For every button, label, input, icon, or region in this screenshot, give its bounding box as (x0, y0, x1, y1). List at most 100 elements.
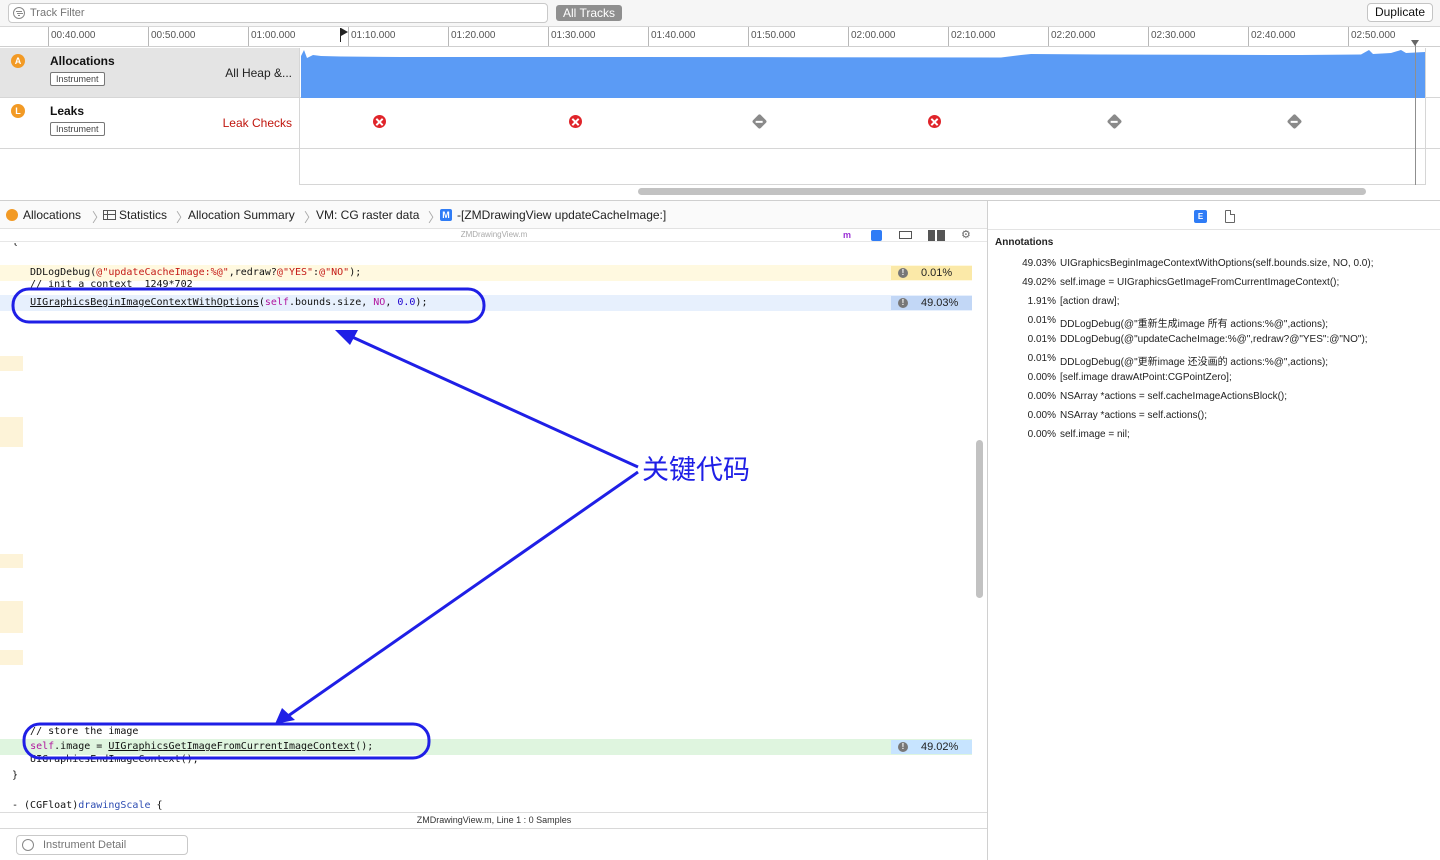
track-right-edge (1425, 48, 1426, 185)
leak-check-clear-icon[interactable] (1286, 113, 1303, 130)
annotation-code: self.image = UIGraphicsGetImageFromCurre… (1060, 277, 1340, 288)
gutter-marker (0, 417, 23, 447)
leak-check-clear-icon[interactable] (751, 113, 768, 130)
xcode-icon[interactable] (871, 230, 882, 241)
annotation-row[interactable]: 0.01% DDLogDebug(@"updateCacheImage:%@",r… (988, 334, 1440, 353)
annotation-percentage: 0.01% (1027, 334, 1056, 345)
extended-detail-icon[interactable]: E (1194, 210, 1207, 223)
annotation-percentage: 0.01% (1027, 315, 1056, 326)
track-empty (0, 149, 1440, 185)
annotation-row[interactable]: 0.01% DDLogDebug(@"重新生成image 所有 actions:%… (988, 315, 1440, 334)
horizontal-scrollbar[interactable] (638, 188, 1366, 195)
track-name: Leaks (50, 104, 85, 118)
instrument-detail-field[interactable] (16, 835, 188, 855)
track-leaks[interactable]: L Leaks Instrument Leak Checks (0, 98, 1440, 149)
annotation-code: UIGraphicsBeginImageContextWithOptions(s… (1060, 258, 1374, 269)
warning-icon: ! (898, 298, 908, 308)
duplicate-button[interactable]: Duplicate (1366, 3, 1433, 22)
track-name: Allocations (50, 54, 115, 68)
ruler-tick: 02:50.000 (1348, 27, 1396, 46)
warning-icon: ! (898, 742, 908, 752)
ruler-tick: 01:00.000 (248, 27, 296, 46)
code-line: { (0, 243, 972, 250)
annotation-row[interactable]: 0.01% DDLogDebug(@"更新image 还没画的 actions:%… (988, 353, 1440, 372)
ruler-tick: 02:30.000 (1148, 27, 1196, 46)
playhead-handle[interactable] (1411, 40, 1419, 46)
annotation-row[interactable]: 0.00% [self.image drawAtPoint:CGPointZero… (988, 372, 1440, 391)
code-line-get-image[interactable]: self.image = UIGraphicsGetImageFromCurre… (0, 739, 972, 755)
warning-icon: ! (898, 268, 908, 278)
code-line-begin-context[interactable]: UIGraphicsBeginImageContextWithOptions(s… (0, 295, 972, 311)
track-filter-field[interactable] (8, 3, 548, 23)
gutter-marker (0, 554, 23, 568)
track-label-allocations[interactable]: A Allocations Instrument All Heap &... (0, 48, 300, 97)
allocations-graph[interactable] (301, 48, 1425, 98)
annotation-row[interactable]: 49.03% UIGraphicsBeginImageContextWithOpt… (988, 258, 1440, 277)
file-icon[interactable] (1225, 210, 1235, 223)
annotation-percentage: 49.03% (1022, 258, 1056, 269)
all-tracks-button[interactable]: All Tracks (556, 5, 623, 21)
instrument-detail-input[interactable] (43, 837, 183, 853)
ruler-tick: 02:10.000 (948, 27, 996, 46)
track-detail-selector[interactable]: Leak Checks (223, 116, 292, 130)
ruler-tick: 02:00.000 (848, 27, 896, 46)
playhead-line[interactable] (1415, 40, 1416, 185)
annotation-percentage: 0.01% (1027, 353, 1056, 364)
annotation-code: DDLogDebug(@"更新image 还没画的 actions:%@",ac… (1060, 357, 1329, 368)
breadcrumb-item-allocations[interactable]: Allocations (23, 208, 81, 222)
module-icon[interactable]: m (843, 230, 856, 241)
leak-detected-icon[interactable] (928, 115, 941, 128)
annotation-code: NSArray *actions = self.actions(); (1060, 410, 1207, 421)
leak-check-clear-icon[interactable] (1106, 113, 1123, 130)
track-label-empty (0, 149, 300, 185)
track-detail-selector[interactable]: All Heap &... (225, 66, 292, 80)
source-code-view[interactable]: { DDLogDebug(@"updateCacheImage:%@",redr… (0, 243, 972, 812)
ruler-tick: 01:10.000 (348, 27, 396, 46)
inspector-divider (988, 229, 1440, 230)
annotation-percentage: 1.91% (1027, 296, 1056, 307)
track-label-leaks[interactable]: L Leaks Instrument Leak Checks (0, 98, 300, 148)
annotation-row[interactable]: 0.00% NSArray *actions = self.actions(); (988, 410, 1440, 429)
ruler-tick: 01:30.000 (548, 27, 596, 46)
track-allocations[interactable]: A Allocations Instrument All Heap &... (0, 48, 1440, 98)
gear-icon[interactable]: ⚙ (961, 230, 974, 241)
leak-detected-icon[interactable] (373, 115, 386, 128)
ruler-tick: 01:20.000 (448, 27, 496, 46)
vertical-scrollbar[interactable] (976, 440, 983, 598)
annotation-percentage: 0.00% (1027, 391, 1056, 402)
annotation-row[interactable]: 49.02% self.image = UIGraphicsGetImageFro… (988, 277, 1440, 296)
breadcrumb-item-statistics[interactable]: Statistics (119, 208, 167, 222)
flag-icon[interactable] (340, 28, 350, 42)
code-line-log[interactable]: DDLogDebug(@"updateCacheImage:%@",redraw… (0, 265, 972, 281)
method-icon: M (440, 209, 452, 221)
ruler-tick: 01:40.000 (648, 27, 696, 46)
source-filename: ZMDrawingView.m (460, 230, 528, 239)
breadcrumb-item-vm-cg-raster[interactable]: VM: CG raster data (316, 208, 419, 222)
track-filter-input[interactable] (30, 5, 530, 21)
annotation-percentage: 0.00% (1027, 429, 1056, 440)
leak-detected-icon[interactable] (569, 115, 582, 128)
view-mode-icon[interactable] (899, 231, 912, 239)
allocations-icon (6, 209, 18, 221)
ruler-tick: 00:50.000 (148, 27, 196, 46)
split-view-icon[interactable] (928, 230, 945, 241)
allocations-instrument-icon: A (11, 54, 25, 68)
timeline-ruler[interactable]: 00:40.000 00:50.000 01:00.000 01:10.000 … (0, 27, 1440, 47)
code-line: } (12, 770, 19, 781)
breadcrumb-item-allocation-summary[interactable]: Allocation Summary (188, 208, 295, 222)
annotation-row[interactable]: 1.91% [action draw]; (988, 296, 1440, 315)
breadcrumb: Allocations 〉 Statistics 〉 Allocation Su… (0, 200, 988, 229)
instrument-badge: Instrument (50, 122, 105, 136)
annotation-code: [self.image drawAtPoint:CGPointZero]; (1060, 372, 1232, 383)
filter-icon (22, 839, 34, 851)
annotation-code: DDLogDebug(@"重新生成image 所有 actions:%@",ac… (1060, 319, 1329, 330)
source-header: ZMDrawingView.m m ⚙ (0, 230, 988, 242)
annotation-code: NSArray *actions = self.cacheImageAction… (1060, 391, 1288, 402)
annotation-row[interactable]: 0.00% NSArray *actions = self.cacheImageA… (988, 391, 1440, 410)
annotation-row[interactable]: 0.00% self.image = nil; (988, 429, 1440, 448)
code-line-drawing-scale: - (CGFloat)drawingScale { (12, 800, 163, 811)
gutter-marker (0, 650, 23, 665)
annotation-code: DDLogDebug(@"updateCacheImage:%@",redraw… (1060, 334, 1368, 345)
breadcrumb-item-method[interactable]: -[ZMDrawingView updateCacheImage:] (457, 208, 666, 222)
code-line-comment: // store the image (12, 726, 139, 737)
